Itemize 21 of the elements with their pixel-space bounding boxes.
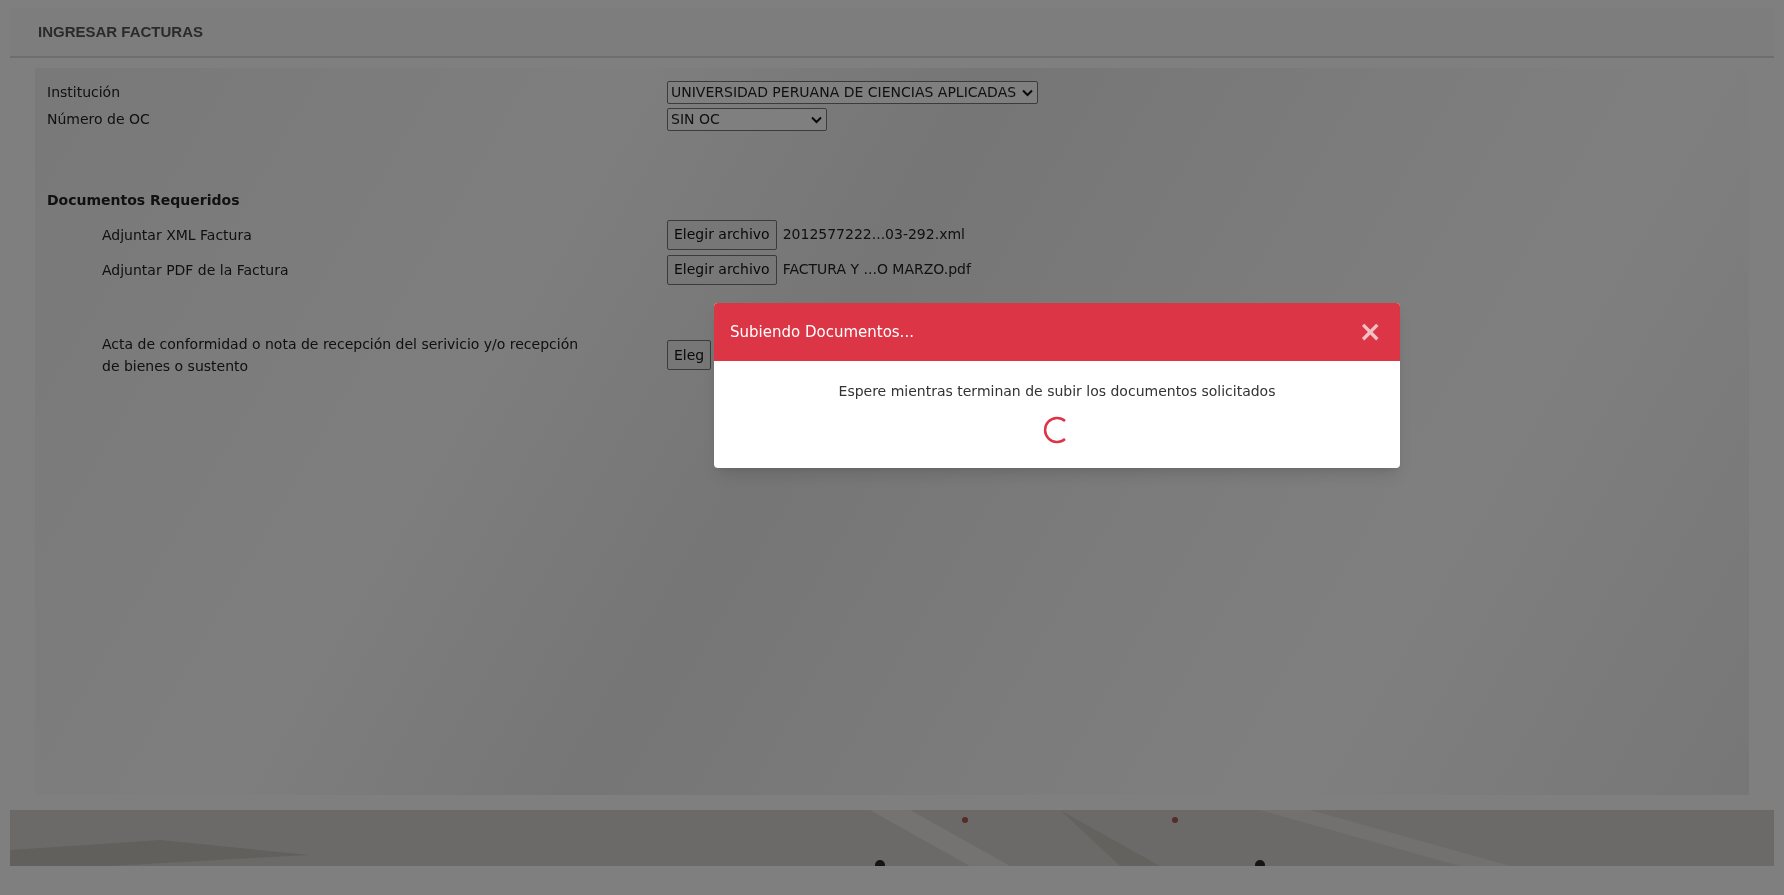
dropdown[interactable]: SIN OC	[667, 108, 827, 131]
choose-file-button[interactable]: Elegir archivo	[667, 254, 777, 285]
document-label: Adjuntar PDF de la Factura	[101, 260, 290, 280]
dropdown[interactable]: UNIVERSIDAD PERUANA DE CIENCIAS APLICADAS	[667, 81, 1039, 104]
dialog-message: Espere mientras terminan de subir los documentos solicitados	[838, 382, 1276, 401]
file-name: 2012577222...03-292.xml	[782, 225, 965, 244]
section-title: Documentos Requeridos	[47, 191, 241, 210]
field-label: Institución	[47, 83, 122, 102]
chevron-down-icon	[811, 115, 822, 124]
field-label: Número de OC	[47, 110, 151, 129]
dropdown-value: SIN OC	[671, 110, 720, 129]
document-label: Adjuntar XML Factura	[101, 225, 253, 245]
dropdown-value: UNIVERSIDAD PERUANA DE CIENCIAS APLICADAS	[671, 83, 1017, 102]
document-label: Acta de conformidad o nota de recepción del serivicio y/o recepción de bienes o sustento	[101, 335, 580, 376]
choose-file-button[interactable]: Elegir archivo	[667, 219, 777, 250]
chevron-down-icon	[1022, 88, 1034, 97]
page-title: INGRESAR FACTURAS	[38, 21, 203, 42]
close-button[interactable]: ×	[1356, 318, 1384, 346]
dialog-title: Subiendo Documentos...	[730, 321, 914, 343]
file-name: FACTURA Y ...O MARZO.pdf	[782, 260, 971, 279]
choose-file-button[interactable]: Eleg	[667, 340, 712, 370]
